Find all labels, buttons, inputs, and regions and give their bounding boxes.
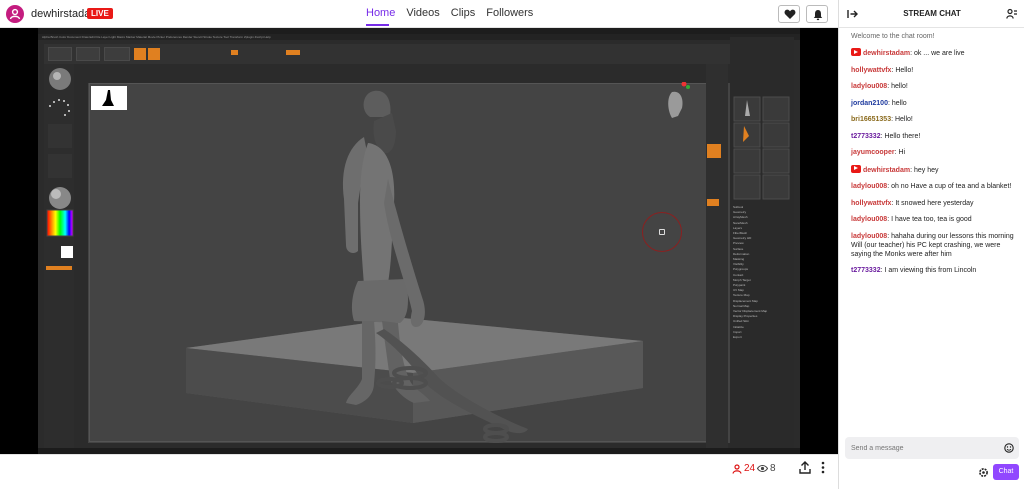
chat-message: t2773332: I am viewing this from Lincoln [851,266,1019,275]
channel-header: dewhirstadam LIVE Home Videos Clips Foll… [0,0,838,28]
user-icon [9,8,21,20]
send-chat-button[interactable]: Chat [993,464,1019,480]
broadcaster-badge-icon [851,164,861,173]
community-icon[interactable] [1006,8,1018,20]
tab-videos[interactable]: Videos [406,7,439,19]
live-badge: LIVE [87,8,113,19]
viewer-count: 24 [744,463,756,474]
chat-message-text: I have tea too, tea is good [891,216,972,223]
stream-brush-palette-icon [46,68,74,258]
stream-app-menubar: Alpha Brush Color Document Draw Edit Fil… [38,34,800,40]
stream-tool-menu-list: Subtool Geometry ArrayMesh NanoMesh Laye… [733,205,767,340]
tab-followers[interactable]: Followers [486,7,533,19]
chat-panel: STREAM CHAT Welcome to the chat room! de… [838,0,1024,489]
chat-message: dewhirstadam: hey hey [851,164,1019,175]
chat-message: jayumcooper: Hi [851,148,1019,157]
chat-message: bri16651353: Hello! [851,115,1019,124]
bell-icon [813,10,823,21]
stream-app-menu-text: Alpha Brush Color Document Draw Edit Fil… [42,35,271,39]
chat-message-text: hello! [891,83,908,90]
stream-navigation-head-icon [668,82,690,118]
follow-button[interactable] [778,5,800,23]
watch-count: 8 [770,463,776,474]
chat-message-text: ok ... we are live [913,50,965,57]
chat-message: ladylou008: I have tea too, tea is good [851,215,1019,224]
channel-tabs: Home Videos Clips Followers [366,7,544,19]
viewers-icon [732,464,742,474]
stream-right-shelf [706,64,728,449]
stream-lightbox-btn [76,47,100,61]
stream-cursor-icon [659,229,665,235]
chat-username[interactable]: dewhirstadam [863,167,910,174]
eye-icon [757,464,768,473]
page-root: dewhirstadam LIVE Home Videos Clips Foll… [0,0,1024,489]
broadcaster-badge-icon [851,48,861,56]
chat-username[interactable]: hollywattvfx [851,200,891,207]
stream-polyf-button [707,199,719,206]
chat-username[interactable]: bri16651353 [851,116,891,123]
chat-message: ladylou008: hahaha during our lessons th… [851,232,1019,259]
chat-header: STREAM CHAT [839,0,1024,28]
chat-username[interactable]: ladylou008 [851,233,887,240]
chat-username[interactable]: jordan2100 [851,100,888,107]
chat-username[interactable]: dewhirstadam [863,50,910,57]
chat-message: ladylou008: oh no Have a cup of tea and … [851,182,1019,191]
stream-zadd-toggle [286,50,300,55]
chat-message-text: It snowed here yesterday [895,199,974,207]
chat-message-text: Hello! [895,66,914,74]
chat-message-text: Hi [898,149,906,156]
stream-mode-toggle [231,50,238,55]
stream-sculpture-figure [186,90,643,443]
chat-username[interactable]: ladylou008 [851,216,887,223]
chat-input[interactable] [845,437,1019,459]
stream-color-switch [46,266,72,270]
notifications-button[interactable] [806,5,828,23]
more-options-icon[interactable] [820,461,826,474]
chat-message-text: Hello! [894,116,913,123]
tab-clips[interactable]: Clips [451,7,475,19]
chat-title: STREAM CHAT [903,9,961,18]
tab-home[interactable]: Home [366,7,395,19]
active-tab-indicator [366,24,389,26]
channel-avatar[interactable] [6,5,24,23]
stream-draw-button [148,48,160,60]
chat-message-text: Hello there! [884,132,921,140]
stream-action-bar [0,454,838,489]
chat-username[interactable]: t2773332 [851,267,881,274]
chat-username[interactable]: hollywattvfx [851,67,891,74]
chat-welcome: Welcome to the chat room! [851,33,935,40]
chat-message-text: hello [891,99,907,107]
chat-username[interactable]: ladylou008 [851,183,887,190]
chat-username[interactable]: jayumcooper [851,149,895,156]
stream-frame-button [707,144,721,158]
stream-thumbnail-icon [91,86,127,110]
chat-username[interactable]: t2773332 [851,133,881,140]
chat-username[interactable]: ladylou008 [851,83,887,90]
chat-message: ladylou008: hello! [851,82,1019,91]
chat-message: t2773332: Hello there! [851,132,1019,141]
stream-content: Alpha Brush Color Document Draw Edit Fil… [38,28,800,454]
chat-message: hollywattvfx: It snowed here yesterday [851,199,1019,208]
chat-message: dewhirstadam: ok ... we are live [851,48,1019,58]
chat-message: jordan2100: hello [851,99,1019,108]
chat-message-text: I am viewing this from Lincoln [884,267,977,274]
stream-home-page-btn [48,47,72,61]
chat-settings-icon[interactable] [978,467,989,478]
chat-message-text: hey hey [913,166,939,174]
emote-icon[interactable] [1004,443,1014,453]
heart-icon [784,9,796,19]
share-icon[interactable] [799,461,811,474]
chat-messages: Welcome to the chat room! dewhirstadam: … [851,32,1019,283]
stream-edit-button [134,48,146,60]
stream-liveboolean-btn [104,47,130,61]
stream-subtool-thumbnails-icon [733,96,790,200]
chat-message: hollywattvfx: Hello! [851,66,1019,75]
chat-message-text: oh no Have a cup of tea and a blanket! [891,183,1012,190]
stream-tool-item: Export [733,335,742,340]
